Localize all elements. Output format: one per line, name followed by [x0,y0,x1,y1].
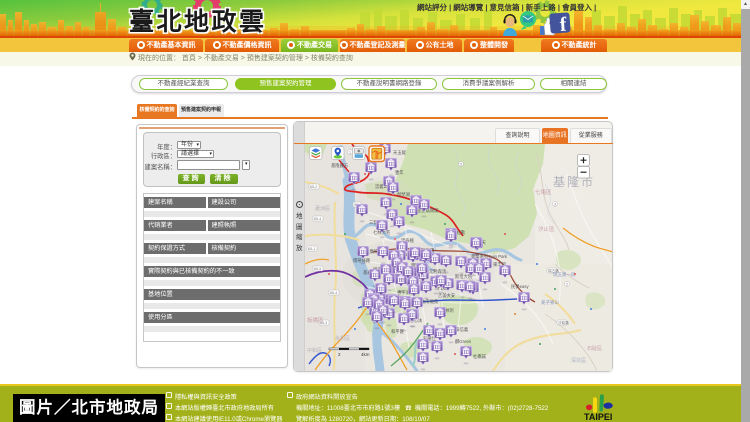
svg-text:2: 2 [566,283,568,287]
svg-text:65-2: 65-2 [310,185,317,189]
svg-text:汐碇路: 汐碇路 [558,320,569,325]
svg-text:基隆麗方: 基隆麗方 [331,162,349,169]
svg-text:1: 1 [349,151,351,155]
svg-text:蘆洲區: 蘆洲區 [315,205,330,212]
svg-text:石碇區: 石碇區 [587,345,602,352]
svg-text:瑞五路一段: 瑞五路一段 [553,271,576,278]
svg-text:林玥: 林玥 [445,307,454,314]
svg-text:天玉緹: 天玉緹 [393,149,407,156]
svg-text:琶琵湖: 琶琵湖 [397,191,410,198]
svg-text:3: 3 [554,203,556,207]
svg-text:65-5: 65-5 [314,267,321,271]
svg-text:麟Green: 麟Green [455,338,472,345]
svg-text:杜橋誠: 杜橋誠 [473,353,487,360]
svg-text:和平匯: 和平匯 [391,328,405,335]
svg-text:中和區: 中和區 [307,347,322,354]
svg-text:深坑區: 深坑區 [571,357,586,364]
svg-text:豐年: 豐年 [395,169,404,176]
svg-text:民夢easy: 民夢easy [511,283,530,290]
svg-text:汐止區: 汐止區 [538,225,555,233]
svg-text:姜子寮山: 姜子寮山 [541,299,559,306]
svg-text:65-4: 65-4 [330,291,337,295]
svg-text:65-4: 65-4 [314,217,321,221]
svg-text:4km: 4km [361,352,370,357]
svg-text:TAIPEI: TAIPEI [584,412,612,422]
svg-text:元利森活: 元利森活 [429,268,447,275]
svg-text:5: 5 [460,163,462,167]
svg-text:板橋區: 板橋區 [307,316,324,324]
svg-text:敦南樞苑: 敦南樞苑 [421,298,439,305]
svg-text:永和區: 永和區 [335,335,350,342]
svg-text:七堵區: 七堵區 [535,188,552,196]
svg-text:65-1: 65-1 [308,247,315,251]
